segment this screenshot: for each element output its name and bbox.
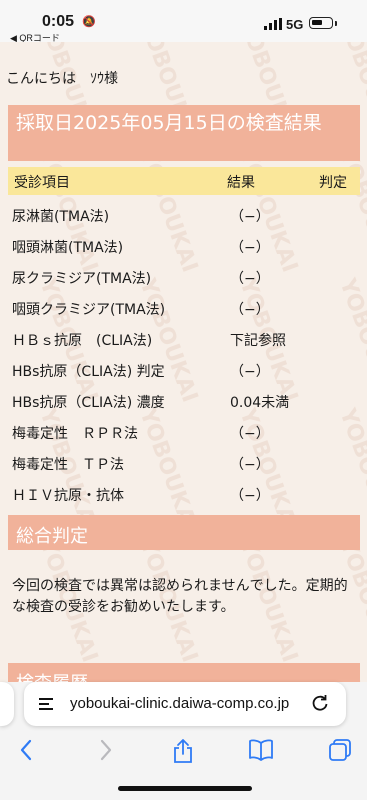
column-judgement: 判定 bbox=[319, 175, 347, 191]
result-value: （−） bbox=[230, 271, 270, 287]
results-table: 尿淋菌(TMA法) （−） 咽頭淋菌(TMA法) （−） 尿クラミジア(TMA法) （−）… bbox=[12, 202, 357, 512]
bookmarks-icon[interactable] bbox=[248, 738, 274, 762]
result-row: 咽頭淋菌(TMA法) （−） bbox=[12, 233, 357, 264]
column-header-row: 受診項目 結果 判定 bbox=[8, 167, 360, 195]
summary-text: 今回の検査では異常は認められませんでした。定期的な検査の受診をお勧めいたします。 bbox=[12, 578, 348, 615]
result-value: 0.04未満 bbox=[230, 395, 290, 411]
tabs-icon[interactable] bbox=[328, 738, 352, 762]
result-row: 尿クラミジア(TMA法) （−） bbox=[12, 264, 357, 295]
result-value: （−） bbox=[230, 302, 270, 318]
clock: 0:05 bbox=[42, 13, 75, 30]
back-icon[interactable] bbox=[18, 738, 34, 762]
battery-tip bbox=[335, 21, 337, 26]
result-value: （−） bbox=[230, 426, 270, 442]
result-value: 下記参照 bbox=[230, 333, 286, 349]
home-indicator bbox=[118, 786, 252, 791]
safari-bottom-toolbar bbox=[0, 732, 367, 772]
summary-header: 総合判定 bbox=[8, 515, 360, 550]
result-value: （−） bbox=[230, 209, 270, 225]
network-type: 5G bbox=[286, 17, 304, 32]
browser-toolbar: yoboukai-clinic.daiwa-comp.co.jp bbox=[0, 682, 367, 800]
result-item-name: ＨＢｓ抗原 (CLIA法) bbox=[12, 333, 153, 349]
result-row: 梅毒定性 ＲＰＲ法 （−） bbox=[12, 419, 357, 450]
result-item-name: HBs抗原（CLIA法) 判定 bbox=[12, 364, 165, 380]
result-item-name: 梅毒定性 ＲＰＲ法 bbox=[12, 426, 138, 442]
column-item: 受診項目 bbox=[14, 175, 70, 191]
cellular-signal-icon bbox=[264, 18, 282, 30]
result-row: HBs抗原（CLIA法) 濃度 0.04未満 bbox=[12, 388, 357, 419]
result-row: 咽頭クラミジア(TMA法) （−） bbox=[12, 295, 357, 326]
result-item-name: 尿クラミジア(TMA法) bbox=[12, 271, 152, 287]
url-text[interactable]: yoboukai-clinic.daiwa-comp.co.jp bbox=[70, 695, 289, 712]
result-item-name: 咽頭クラミジア(TMA法) bbox=[12, 302, 166, 318]
result-value: （−） bbox=[230, 488, 270, 504]
result-item-name: ＨＩＶ抗原・抗体 bbox=[12, 488, 124, 504]
result-item-name: 尿淋菌(TMA法) bbox=[12, 209, 110, 225]
result-row: HBs抗原（CLIA法) 判定 （−） bbox=[12, 357, 357, 388]
silent-bell-icon: 🔕 bbox=[82, 15, 96, 28]
forward-icon[interactable] bbox=[98, 738, 114, 762]
battery-icon bbox=[309, 17, 333, 29]
address-bar[interactable]: yoboukai-clinic.daiwa-comp.co.jp bbox=[24, 682, 346, 726]
result-header: 採取日2025年05月15日の検査結果 bbox=[8, 105, 360, 161]
reload-icon[interactable] bbox=[310, 693, 330, 713]
result-row: ＨＢｓ抗原 (CLIA法) 下記参照 bbox=[12, 326, 357, 357]
page-menu-icon[interactable] bbox=[38, 696, 54, 712]
result-value: （−） bbox=[230, 240, 270, 256]
status-bar: 0:05 🔕 ◀ QRコード 5G bbox=[0, 0, 367, 43]
result-item-name: HBs抗原（CLIA法) 濃度 bbox=[12, 395, 165, 411]
result-value: （−） bbox=[230, 457, 270, 473]
result-row: 梅毒定性 ＴＰ法 （−） bbox=[12, 450, 357, 481]
result-item-name: 梅毒定性 ＴＰ法 bbox=[12, 457, 124, 473]
result-item-name: 咽頭淋菌(TMA法) bbox=[12, 240, 124, 256]
result-value: （−） bbox=[230, 364, 270, 380]
history-header: 検査履歴 bbox=[8, 663, 360, 682]
previous-tab-peek[interactable] bbox=[0, 682, 14, 726]
column-result: 結果 bbox=[227, 175, 255, 191]
result-row: ＨＩＶ抗原・抗体 （−） bbox=[12, 481, 357, 512]
greeting: こんにちは ｿｳ様 bbox=[6, 71, 118, 87]
web-page[interactable]: YOBOUKAI YOBOUKAI YOBOUKAI YOBOUKAI YOBOUKAI… bbox=[0, 42, 367, 682]
share-icon[interactable] bbox=[172, 738, 194, 764]
result-row: 尿淋菌(TMA法) （−） bbox=[12, 202, 357, 233]
